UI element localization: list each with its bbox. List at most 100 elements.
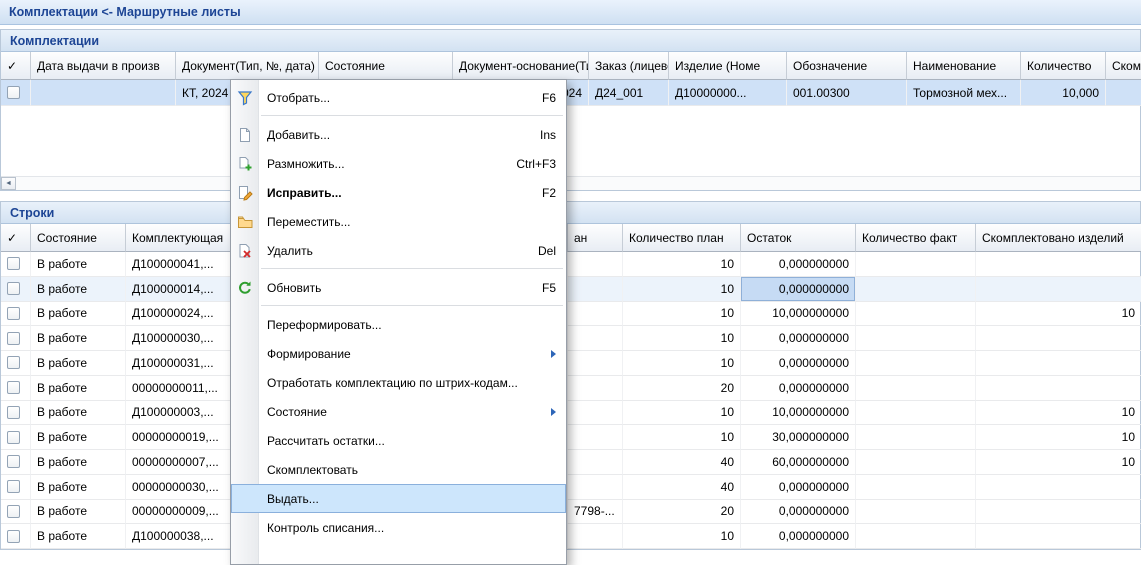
row-checkbox[interactable] bbox=[7, 455, 20, 468]
table-row[interactable]: В работе00000000007,...4060,00000000010 bbox=[1, 450, 1141, 475]
row-checkbox[interactable] bbox=[7, 356, 20, 369]
column-header-check[interactable]: ✓ bbox=[1, 52, 31, 80]
cell-qty_fact bbox=[856, 326, 976, 351]
column-header-qty_plan[interactable]: Количество план bbox=[623, 224, 741, 252]
cell-check bbox=[1, 425, 31, 450]
menu-item-calc-rest[interactable]: Рассчитать остатки... bbox=[231, 426, 566, 455]
row-checkbox[interactable] bbox=[7, 431, 20, 444]
delete-icon bbox=[237, 243, 253, 259]
menu-item-add[interactable]: Добавить...Ins bbox=[231, 120, 566, 149]
menu-item-filter[interactable]: Отобрать...F6 bbox=[231, 83, 566, 112]
column-header-designation[interactable]: Обозначение bbox=[787, 52, 907, 80]
cell-qty_plan: 10 bbox=[623, 302, 741, 327]
table-row[interactable]: В работе00000000030,...400,000000000 bbox=[1, 475, 1141, 500]
cell-designation: 001.00300 bbox=[787, 80, 907, 106]
menu-item-reform[interactable]: Переформировать... bbox=[231, 310, 566, 339]
table-row[interactable]: В работеД100000024,...1010,00000000010 bbox=[1, 302, 1141, 327]
column-header-assembled[interactable]: Ском bbox=[1106, 52, 1141, 80]
menu-item-label: Переформировать... bbox=[267, 318, 382, 332]
chevron-right-icon bbox=[551, 408, 556, 416]
menu-item-refresh[interactable]: ОбновитьF5 bbox=[231, 273, 566, 302]
menu-item-formation[interactable]: Формирование bbox=[231, 339, 566, 368]
menu-item-issue[interactable]: Выдать... bbox=[231, 484, 566, 513]
column-header-check[interactable]: ✓ bbox=[1, 224, 31, 252]
table-row[interactable]: В работе00000000009,...7798-...200,00000… bbox=[1, 500, 1141, 525]
cell-qty_fact bbox=[856, 475, 976, 500]
column-header-assembled[interactable]: Скомплектовано изделий bbox=[976, 224, 1141, 252]
cell-partial bbox=[568, 425, 623, 450]
menu-shortcut: F2 bbox=[530, 186, 556, 200]
menu-item-assemble[interactable]: Скомплектовать bbox=[231, 455, 566, 484]
cell-qty_plan: 10 bbox=[623, 425, 741, 450]
menu-item-state[interactable]: Состояние bbox=[231, 397, 566, 426]
cell-partial bbox=[568, 450, 623, 475]
cell-qty_fact bbox=[856, 524, 976, 549]
table-row[interactable]: В работеД100000003,...1010,00000000010 bbox=[1, 401, 1141, 426]
row-checkbox[interactable] bbox=[7, 505, 20, 518]
menu-item-delete[interactable]: УдалитьDel bbox=[231, 236, 566, 265]
menu-item-writeoff-control[interactable]: Контроль списания... bbox=[231, 513, 566, 542]
row-checkbox[interactable] bbox=[7, 530, 20, 543]
menu-item-label: Формирование bbox=[267, 347, 351, 361]
cell-rest: 0,000000000 bbox=[741, 475, 856, 500]
menu-item-duplicate[interactable]: Размножить...Ctrl+F3 bbox=[231, 149, 566, 178]
column-header-partial[interactable]: ан bbox=[568, 224, 623, 252]
row-checkbox[interactable] bbox=[7, 257, 20, 270]
menu-separator bbox=[261, 265, 563, 273]
column-header-product[interactable]: Изделие (Номе bbox=[669, 52, 787, 80]
menu-item-label: Отработать комплектацию по штрих-кодам..… bbox=[267, 376, 518, 390]
section-header-stroki: Строки bbox=[1, 202, 1140, 224]
cell-rest: 10,000000000 bbox=[741, 302, 856, 327]
table-row[interactable]: В работеД100000041,...100,000000000 bbox=[1, 252, 1141, 277]
column-header-base_doc[interactable]: Документ-основание(Ти bbox=[453, 52, 589, 80]
cell-state: В работе bbox=[31, 252, 126, 277]
column-header-doc[interactable]: Документ(Тип, №, дата) bbox=[176, 52, 319, 80]
row-checkbox[interactable] bbox=[7, 406, 20, 419]
row-checkbox[interactable] bbox=[7, 381, 20, 394]
cell-qty_plan: 20 bbox=[623, 376, 741, 401]
cell-qty_fact bbox=[856, 302, 976, 327]
menu-item-edit[interactable]: Исправить...F2 bbox=[231, 178, 566, 207]
column-header-date[interactable]: Дата выдачи в произв bbox=[31, 52, 176, 80]
cell-order: Д24_001 bbox=[589, 80, 669, 106]
cell-state: В работе bbox=[31, 475, 126, 500]
table-header-row: ✓Дата выдачи в произвДокумент(Тип, №, да… bbox=[1, 52, 1141, 80]
column-header-rest[interactable]: Остаток bbox=[741, 224, 856, 252]
cell-component: 00000000011,... bbox=[126, 376, 233, 401]
column-header-component[interactable]: Комплектующая bbox=[126, 224, 233, 252]
row-checkbox[interactable] bbox=[7, 86, 20, 99]
menu-item-move[interactable]: Переместить... bbox=[231, 207, 566, 236]
cell-qty_plan: 10 bbox=[623, 277, 741, 302]
cell-qty_fact bbox=[856, 252, 976, 277]
stroki-panel: Строки ✓СостояниеКомплектующаяанКоличест… bbox=[0, 201, 1141, 550]
row-checkbox[interactable] bbox=[7, 332, 20, 345]
table-row[interactable]: В работеД100000014,...100,000000000 bbox=[1, 277, 1141, 302]
column-header-name[interactable]: Наименование bbox=[907, 52, 1021, 80]
table-row[interactable]: В работеД100000038,...100,000000000 bbox=[1, 524, 1141, 549]
table-row[interactable]: В работе00000000019,...1030,00000000010 bbox=[1, 425, 1141, 450]
scroll-left-icon[interactable]: ◄ bbox=[1, 177, 16, 190]
row-checkbox[interactable] bbox=[7, 282, 20, 295]
table-row[interactable]: В работеД100000031,...100,000000000 bbox=[1, 351, 1141, 376]
row-checkbox[interactable] bbox=[7, 480, 20, 493]
column-header-qty[interactable]: Количество bbox=[1021, 52, 1106, 80]
column-header-state[interactable]: Состояние bbox=[319, 52, 453, 80]
table-row[interactable]: В работеД100000030,...100,000000000 bbox=[1, 326, 1141, 351]
cell-rest: 0,000000000 bbox=[741, 351, 856, 376]
horizontal-scrollbar[interactable]: ◄ bbox=[1, 176, 1140, 190]
column-header-qty_fact[interactable]: Количество факт bbox=[856, 224, 976, 252]
menu-item-barcode[interactable]: Отработать комплектацию по штрих-кодам..… bbox=[231, 368, 566, 397]
cell-rest: 60,000000000 bbox=[741, 450, 856, 475]
section-title: Комплектации bbox=[10, 34, 99, 48]
menu-item-label: Переместить... bbox=[267, 215, 351, 229]
row-checkbox[interactable] bbox=[7, 307, 20, 320]
cell-assembled bbox=[976, 500, 1141, 525]
column-header-order[interactable]: Заказ (лицево bbox=[589, 52, 669, 80]
table-row[interactable]: В работе00000000011,...200,000000000 bbox=[1, 376, 1141, 401]
cell-check bbox=[1, 376, 31, 401]
table-row[interactable]: КТ, 2024024Д24_001Д10000000...001.00300Т… bbox=[1, 80, 1141, 106]
column-header-state[interactable]: Состояние bbox=[31, 224, 126, 252]
menu-shortcut: Ins bbox=[528, 128, 556, 142]
cell-qty_plan: 40 bbox=[623, 475, 741, 500]
cell-component: Д100000031,... bbox=[126, 351, 233, 376]
